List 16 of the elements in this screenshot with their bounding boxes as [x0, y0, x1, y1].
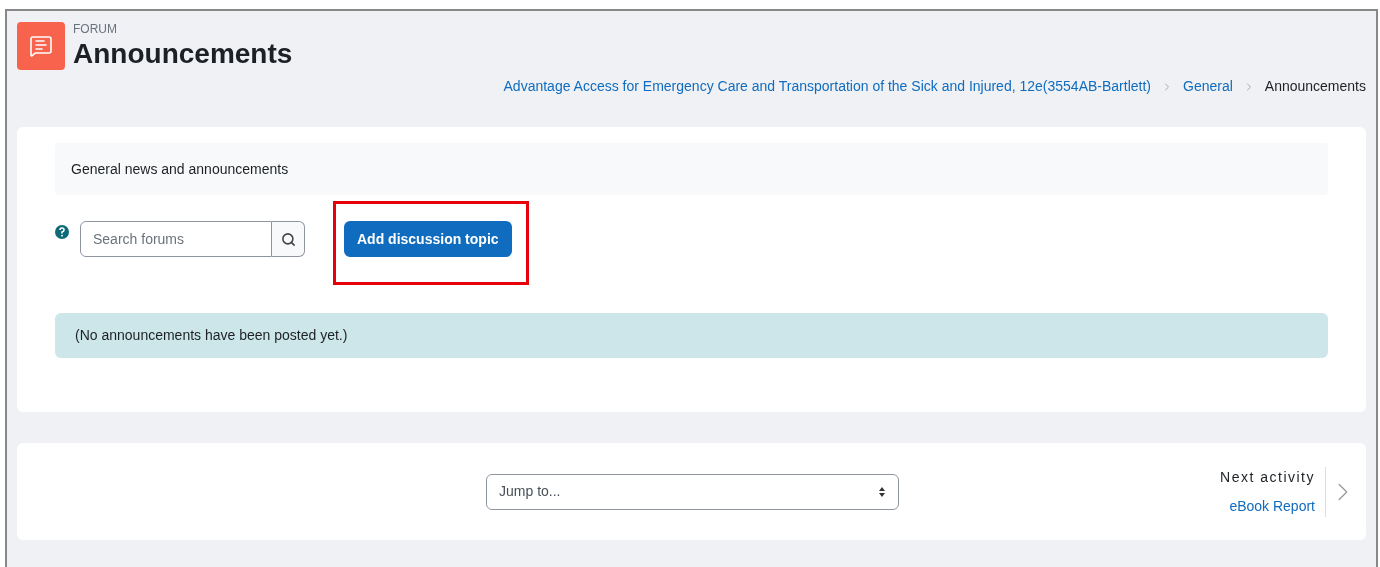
search-field[interactable]: Search forums	[80, 221, 272, 257]
page-title: Announcements	[73, 37, 293, 71]
page-pretitle: FORUM	[73, 22, 118, 36]
breadcrumb-link[interactable]: General	[1183, 76, 1233, 97]
add-discussion-button[interactable]: Add discussion topic	[344, 221, 512, 257]
sort-caret-icon	[878, 485, 886, 498]
search-icon[interactable]	[272, 221, 305, 257]
next-activity-label: Next activity	[1220, 467, 1315, 487]
next-activity-link[interactable]: eBook Report	[1229, 495, 1315, 517]
notice-alert: (No announcements have been posted yet.)	[55, 313, 1328, 358]
breadcrumb-link[interactable]: Advantage Access for Emergency Care and Transportation of the Sick and Injured, 12e(3554AB-Bartlett)	[503, 76, 1151, 97]
intro-box: General news and announcements	[55, 143, 1328, 195]
forum-icon	[17, 22, 65, 70]
help-icon[interactable]	[55, 225, 69, 239]
breadcrumb-link[interactable]: Announcements	[1264, 76, 1366, 97]
jump-to-select[interactable]: Jump to...	[486, 473, 899, 510]
